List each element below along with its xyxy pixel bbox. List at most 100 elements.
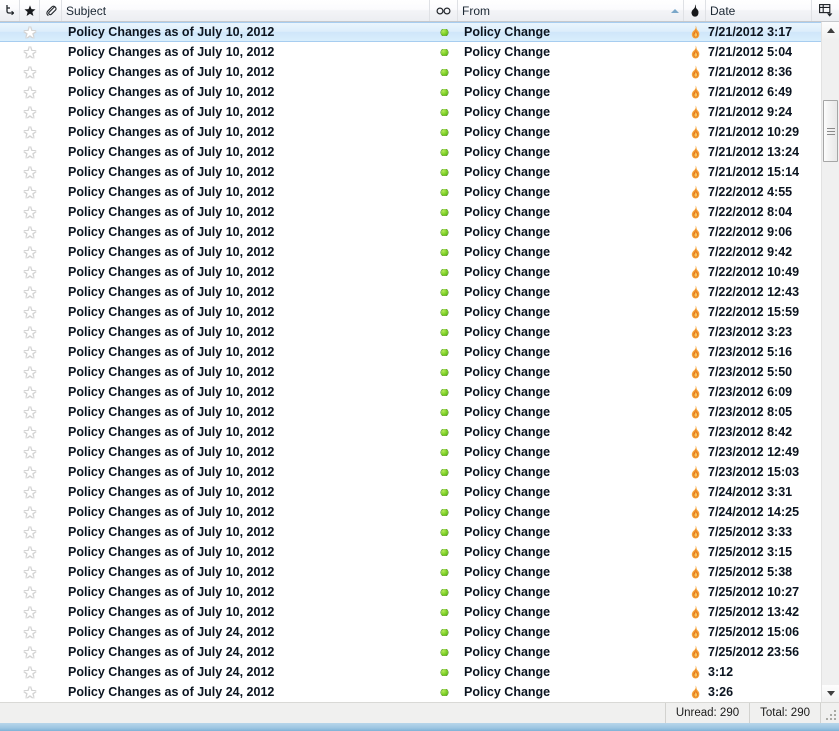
row-star-toggle[interactable]: ★ [20,586,40,599]
row-star-toggle[interactable]: ★ [20,66,40,79]
message-row[interactable]: ★ Policy Changes as of July 10, 2012 Polic… [0,122,821,142]
message-row[interactable]: ★ Policy Changes as of July 10, 2012 Polic… [0,222,821,242]
row-unread-status[interactable] [430,608,458,616]
row-star-toggle[interactable]: ★ [20,86,40,99]
scroll-down-button[interactable] [822,685,839,702]
message-row[interactable]: ★ Policy Changes as of July 10, 2012 Polic… [0,602,821,622]
message-row[interactable]: ★ Policy Changes as of July 10, 2012 Polic… [0,362,821,382]
vertical-scrollbar[interactable] [821,22,839,702]
row-star-toggle[interactable]: ★ [20,106,40,119]
row-unread-status[interactable] [430,28,458,36]
row-unread-status[interactable] [430,268,458,276]
message-row[interactable]: ★ Policy Changes as of July 10, 2012 Polic… [0,442,821,462]
column-picker-button[interactable] [812,0,839,21]
message-row[interactable]: ★ Policy Changes as of July 10, 2012 Polic… [0,242,821,262]
row-star-toggle[interactable]: ★ [20,446,40,459]
row-star-toggle[interactable]: ★ [20,246,40,259]
row-star-toggle[interactable]: ★ [20,26,40,39]
message-row[interactable]: ★ Policy Changes as of July 10, 2012 Polic… [0,322,821,342]
row-star-toggle[interactable]: ★ [20,386,40,399]
row-unread-status[interactable] [430,528,458,536]
column-header-from[interactable]: From [458,0,684,21]
row-star-toggle[interactable]: ★ [20,126,40,139]
row-star-toggle[interactable]: ★ [20,526,40,539]
row-unread-status[interactable] [430,68,458,76]
row-unread-status[interactable] [430,588,458,596]
row-unread-status[interactable] [430,48,458,56]
row-unread-status[interactable] [430,468,458,476]
message-row[interactable]: ★ Policy Changes as of July 10, 2012 Polic… [0,102,821,122]
message-row[interactable]: ★ Policy Changes as of July 10, 2012 Polic… [0,502,821,522]
row-unread-status[interactable] [430,248,458,256]
column-header-flame[interactable] [684,0,706,21]
row-star-toggle[interactable]: ★ [20,466,40,479]
message-row[interactable]: ★ Policy Changes as of July 10, 2012 Polic… [0,62,821,82]
row-unread-status[interactable] [430,408,458,416]
row-unread-status[interactable] [430,448,458,456]
row-star-toggle[interactable]: ★ [20,426,40,439]
row-star-toggle[interactable]: ★ [20,486,40,499]
row-star-toggle[interactable]: ★ [20,646,40,659]
message-row[interactable]: ★ Policy Changes as of July 10, 2012 Polic… [0,202,821,222]
row-unread-status[interactable] [430,388,458,396]
row-unread-status[interactable] [430,628,458,636]
column-header-unread[interactable] [430,0,458,21]
row-unread-status[interactable] [430,688,458,696]
row-star-toggle[interactable]: ★ [20,286,40,299]
row-star-toggle[interactable]: ★ [20,686,40,699]
row-star-toggle[interactable]: ★ [20,666,40,679]
scrollbar-thumb[interactable] [823,100,838,162]
row-star-toggle[interactable]: ★ [20,166,40,179]
message-row[interactable]: ★ Policy Changes as of July 10, 2012 Polic… [0,282,821,302]
row-unread-status[interactable] [430,488,458,496]
message-row[interactable]: ★ Policy Changes as of July 10, 2012 Polic… [0,42,821,62]
column-header-thread[interactable] [0,0,20,21]
message-row[interactable]: ★ Policy Changes as of July 24, 2012 Polic… [0,682,821,702]
message-rows-container[interactable]: ★ Policy Changes as of July 10, 2012 Polic… [0,22,821,702]
message-row[interactable]: ★ Policy Changes as of July 10, 2012 Polic… [0,82,821,102]
row-unread-status[interactable] [430,228,458,236]
message-row[interactable]: ★ Policy Changes as of July 24, 2012 Polic… [0,622,821,642]
row-unread-status[interactable] [430,368,458,376]
row-unread-status[interactable] [430,148,458,156]
row-star-toggle[interactable]: ★ [20,366,40,379]
row-unread-status[interactable] [430,168,458,176]
row-unread-status[interactable] [430,108,458,116]
resize-grip[interactable] [820,703,839,723]
column-header-attachment[interactable] [40,0,62,21]
message-row[interactable]: ★ Policy Changes as of July 10, 2012 Polic… [0,162,821,182]
message-row[interactable]: ★ Policy Changes as of July 10, 2012 Polic… [0,522,821,542]
row-unread-status[interactable] [430,208,458,216]
row-unread-status[interactable] [430,128,458,136]
message-row[interactable]: ★ Policy Changes as of July 10, 2012 Polic… [0,562,821,582]
message-row[interactable]: ★ Policy Changes as of July 10, 2012 Polic… [0,422,821,442]
message-row[interactable]: ★ Policy Changes as of July 10, 2012 Polic… [0,142,821,162]
row-star-toggle[interactable]: ★ [20,306,40,319]
row-star-toggle[interactable]: ★ [20,566,40,579]
message-row[interactable]: ★ Policy Changes as of July 10, 2012 Polic… [0,582,821,602]
row-unread-status[interactable] [430,288,458,296]
message-row[interactable]: ★ Policy Changes as of July 10, 2012 Polic… [0,22,821,42]
message-row[interactable]: ★ Policy Changes as of July 10, 2012 Polic… [0,482,821,502]
row-star-toggle[interactable]: ★ [20,226,40,239]
row-unread-status[interactable] [430,548,458,556]
row-star-toggle[interactable]: ★ [20,146,40,159]
message-row[interactable]: ★ Policy Changes as of July 10, 2012 Polic… [0,302,821,322]
row-unread-status[interactable] [430,428,458,436]
row-unread-status[interactable] [430,88,458,96]
column-header-date[interactable]: Date [706,0,812,21]
row-unread-status[interactable] [430,648,458,656]
row-star-toggle[interactable]: ★ [20,626,40,639]
row-unread-status[interactable] [430,348,458,356]
column-header-subject[interactable]: Subject [62,0,430,21]
row-star-toggle[interactable]: ★ [20,406,40,419]
row-star-toggle[interactable]: ★ [20,606,40,619]
message-row[interactable]: ★ Policy Changes as of July 10, 2012 Polic… [0,402,821,422]
message-row[interactable]: ★ Policy Changes as of July 10, 2012 Polic… [0,182,821,202]
row-unread-status[interactable] [430,328,458,336]
message-row[interactable]: ★ Policy Changes as of July 10, 2012 Polic… [0,542,821,562]
row-star-toggle[interactable]: ★ [20,506,40,519]
row-unread-status[interactable] [430,508,458,516]
row-star-toggle[interactable]: ★ [20,546,40,559]
row-unread-status[interactable] [430,188,458,196]
